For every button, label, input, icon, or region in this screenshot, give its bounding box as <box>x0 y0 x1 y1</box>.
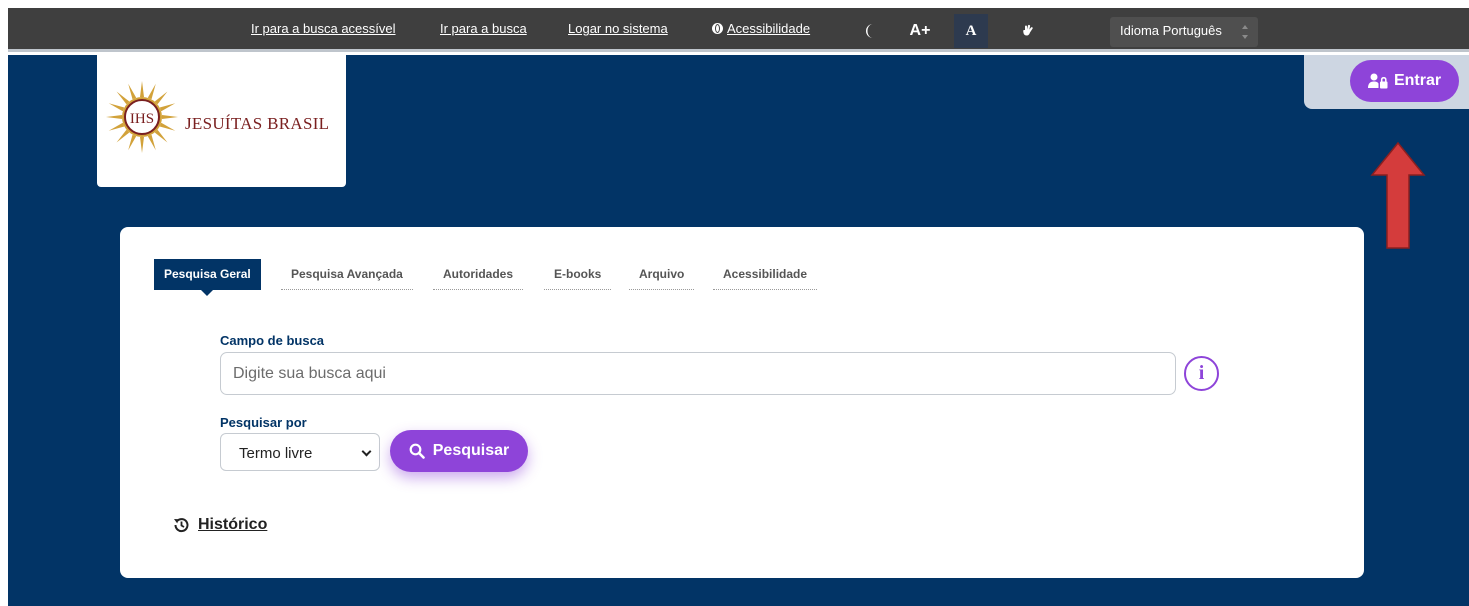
search-by-value: Termo livre <box>239 445 313 462</box>
font-normal-button[interactable]: A <box>954 14 988 48</box>
emblem-ihs-text: IHS <box>130 111 154 127</box>
moon-icon <box>866 24 873 38</box>
search-by-label: Pesquisar por <box>220 415 307 430</box>
contrast-toggle-button[interactable] <box>858 14 884 48</box>
search-field-label: Campo de busca <box>220 333 325 348</box>
info-button[interactable]: i <box>1184 356 1219 391</box>
red-arrow-annotation <box>1370 141 1426 249</box>
accessibility-link[interactable]: Acessibilidade <box>712 21 810 36</box>
search-icon <box>409 443 425 459</box>
search-button[interactable]: Pesquisar <box>390 430 528 472</box>
login-button-label: Entrar <box>1393 72 1442 89</box>
accessibility-link-label: Acessibilidade <box>727 21 811 36</box>
jesuit-emblem-icon: IHS <box>106 81 178 153</box>
login-button[interactable]: Entrar <box>1350 60 1459 102</box>
info-icon: i <box>1198 362 1205 384</box>
user-lock-icon <box>1367 73 1388 89</box>
hand-icon <box>1023 24 1033 36</box>
tab-acessibilidade[interactable]: Acessibilidade <box>713 259 818 290</box>
login-system-link[interactable]: Logar no sistema <box>568 21 668 36</box>
skip-to-search-link[interactable]: Ir para a busca <box>440 21 527 36</box>
select-arrows-icon <box>1242 25 1248 39</box>
chevron-down-icon <box>361 446 372 457</box>
tab-ebooks[interactable]: E-books <box>544 259 612 290</box>
page: Ir para a busca acessível Ir para a busc… <box>0 0 1469 606</box>
globe-icon <box>712 23 723 34</box>
tab-autoridades[interactable]: Autoridades <box>433 259 524 290</box>
language-select[interactable]: Idioma Português <box>1110 17 1258 47</box>
history-link[interactable]: Histórico <box>172 516 267 534</box>
tab-pesquisa-avancada[interactable]: Pesquisa Avançada <box>281 259 413 290</box>
search-card: Pesquisa Geral Pesquisa Avançada Autorid… <box>120 227 1364 578</box>
history-link-label: Histórico <box>198 516 268 533</box>
search-button-label: Pesquisar <box>432 442 510 459</box>
font-increase-button[interactable]: A+ <box>903 14 937 48</box>
logo-text: JESUÍTAS BRASIL <box>185 114 330 133</box>
skip-to-accessible-search-link[interactable]: Ir para a busca acessível <box>251 21 396 36</box>
search-input[interactable] <box>220 352 1176 395</box>
sign-language-button[interactable] <box>1015 14 1041 48</box>
search-by-select[interactable]: Termo livre <box>220 433 380 471</box>
logo[interactable]: IHS JESUÍTAS BRASIL <box>97 55 346 187</box>
accessibility-bar: Ir para a busca acessível Ir para a busc… <box>8 8 1469 52</box>
history-icon <box>174 518 189 533</box>
tab-arquivo[interactable]: Arquivo <box>629 259 695 290</box>
tab-pesquisa-geral[interactable]: Pesquisa Geral <box>154 259 261 296</box>
language-select-value: Idioma Português <box>1120 23 1222 38</box>
